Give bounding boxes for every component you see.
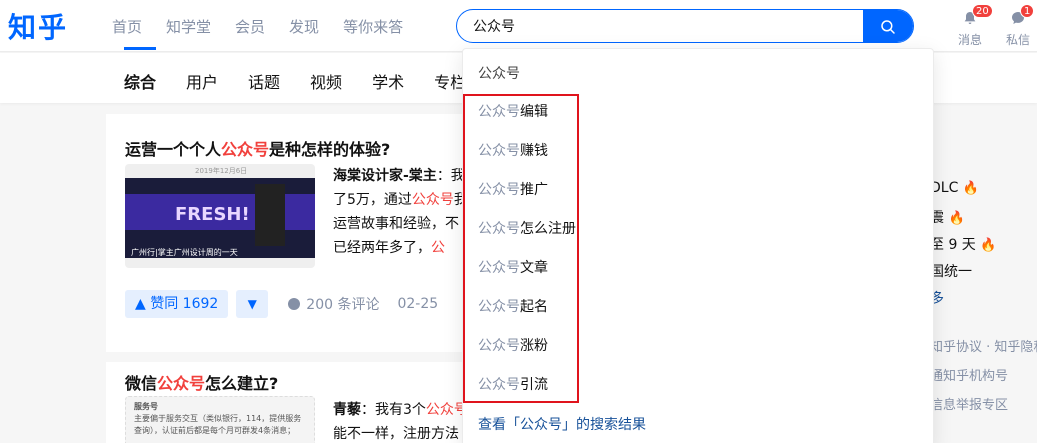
title-text: 微信	[125, 374, 158, 393]
svg-text:FRESH!: FRESH!	[175, 204, 250, 225]
excerpt-text: ：我有3个	[361, 402, 426, 418]
zhihu-logo[interactable]: 知乎	[8, 6, 68, 46]
footer-links[interactable]: 知乎协议 · 知乎隐私	[930, 336, 1037, 355]
hot-item[interactable]: 国统一	[930, 261, 972, 281]
nav-answer[interactable]: 等你来答	[343, 16, 403, 37]
excerpt-highlight: 公众号	[411, 192, 454, 208]
hot-item[interactable]: 震 🔥	[930, 207, 965, 227]
suggestion-item[interactable]: 公众号	[478, 63, 520, 83]
thumbnail-caption: 广州行|掌主广州设计周的一天	[131, 248, 238, 257]
title-text: 是种怎样的体验?	[269, 140, 391, 159]
main-nav: 首页 知学堂 会员 发现 等你来答	[112, 16, 403, 37]
active-tab-indicator	[124, 47, 156, 50]
comments-count: 200 条评论	[306, 297, 380, 313]
messages-badge: 20	[972, 4, 993, 18]
search-button[interactable]	[863, 10, 913, 42]
inbox-badge: 1	[1020, 4, 1035, 18]
hot-item[interactable]: DLC 🔥	[930, 180, 979, 196]
search-input[interactable]	[473, 16, 853, 36]
title-highlight: 公众号	[221, 140, 270, 159]
hot-item[interactable]: 至 9 天 🔥	[930, 234, 996, 254]
view-all-results-link[interactable]: 查看「公众号」的搜索结果	[478, 414, 646, 434]
fire-icon: 🔥	[948, 211, 965, 226]
nav-home[interactable]: 首页	[112, 16, 142, 37]
comment-icon	[288, 298, 301, 310]
top-header: 知乎 首页 知学堂 会员 发现 等你来答 20 消息 1 私信	[0, 0, 1037, 52]
footer-links[interactable]: 信息举报专区	[930, 394, 1008, 413]
nav-vip[interactable]: 会员	[235, 16, 265, 37]
result-excerpt[interactable]: 青藜：我有3个公众号 能不一样，注册方法	[333, 398, 473, 443]
tab-general[interactable]: 综合	[124, 69, 156, 93]
annotation-highlight-box	[463, 94, 579, 403]
right-sidebar: DLC 🔥 震 🔥 至 9 天 🔥 国统一 多 知乎协议 · 知乎隐私 通知乎机…	[930, 114, 1037, 443]
tab-topics[interactable]: 话题	[248, 69, 280, 93]
excerpt-text: 运营故事和经验，不	[333, 216, 459, 232]
comments-button[interactable]: 200 条评论	[288, 294, 379, 314]
messages-button[interactable]: 20 消息	[950, 4, 993, 48]
excerpt-text: 能不一样，注册方法	[333, 426, 459, 442]
excerpt-author: 海棠设计家-棠主	[333, 168, 437, 184]
result-actions: ▲ 赞同 1692 ▼ 200 条评论 02-25	[125, 290, 438, 318]
inbox-label: 私信	[1005, 33, 1030, 47]
fire-icon: 🔥	[962, 181, 979, 196]
result-thumbnail[interactable]: FRESH! 2019年12月6日 广州行|掌主广州设计周的一天	[125, 164, 315, 268]
fire-icon: 🔥	[980, 238, 997, 253]
hot-item-text: DLC	[930, 180, 959, 196]
result-excerpt[interactable]: 海棠设计家-棠主：我 了5万，通过公众号我 运营故事和经验，不 已经两年多了，公	[333, 164, 473, 260]
messages-label: 消息	[957, 33, 982, 47]
result-date: 02-25	[397, 296, 439, 312]
downvote-button[interactable]: ▼	[236, 290, 269, 318]
thumbnail-date: 2019年12月6日	[195, 167, 248, 175]
upvote-button[interactable]: ▲ 赞同 1692	[125, 290, 229, 318]
search-box	[456, 9, 914, 43]
excerpt-text: 了5万，通过	[333, 192, 412, 208]
inbox-button[interactable]: 1 私信	[998, 4, 1037, 48]
title-text: 怎么建立?	[205, 374, 279, 393]
footer-links[interactable]: 通知乎机构号	[930, 365, 1008, 384]
tab-users[interactable]: 用户	[186, 69, 218, 93]
excerpt-author: 青藜	[333, 402, 361, 418]
nav-discover[interactable]: 发现	[289, 16, 319, 37]
excerpt-highlight: 公	[431, 240, 445, 256]
title-highlight: 公众号	[157, 374, 206, 393]
tab-videos[interactable]: 视频	[310, 69, 342, 93]
hot-item-text: 至 9 天	[930, 237, 976, 253]
excerpt-text: 已经两年多了，	[333, 240, 431, 256]
hot-item-text: 国统一	[930, 264, 972, 280]
search-tabs: 综合 用户 话题 视频 学术 专栏	[124, 69, 496, 93]
result-thumbnail[interactable]: 服务号 主要偏于服务交互（类似银行，114，提供服务查询），认证前后都是每个月可…	[125, 396, 315, 443]
tab-academic[interactable]: 学术	[372, 69, 404, 93]
search-icon	[881, 20, 895, 34]
title-text: 运营一个个人	[125, 140, 222, 159]
thumbnail-header: 服务号	[134, 402, 158, 411]
excerpt-text: ：我	[436, 168, 465, 184]
nav-knowledge[interactable]: 知学堂	[166, 16, 211, 37]
thumbnail-text: 主要偏于服务交互（类似银行，114，提供服务查询），认证前后都是每个月可群发4条…	[134, 414, 302, 435]
